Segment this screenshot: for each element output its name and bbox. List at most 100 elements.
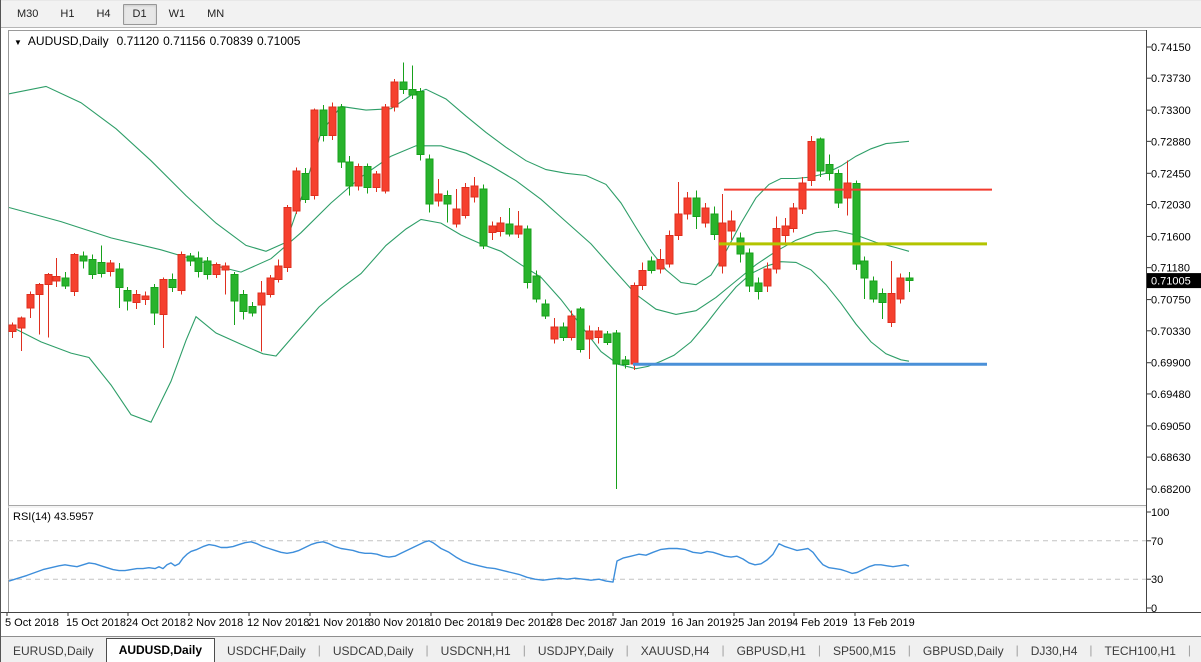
chart-tab-usdjpy-daily[interactable]: USDJPY,Daily <box>526 640 626 662</box>
rsi-scale-label: 0 <box>1151 603 1157 615</box>
candle-body <box>568 316 575 338</box>
chart-tab-usdcnh-h1[interactable]: USDCNH,H1 <box>429 640 523 662</box>
candle-body <box>462 187 469 215</box>
candle-body <box>497 223 504 231</box>
chart-tab-gbpusd-daily[interactable]: GBPUSD,Daily <box>911 640 1016 662</box>
price-label: 0.69050 <box>1151 421 1191 433</box>
candle-body <box>728 221 735 231</box>
candle-body <box>790 208 797 228</box>
rsi-label: RSI(14) 43.5957 <box>13 511 94 523</box>
candle-body <box>853 184 860 264</box>
candle-body <box>675 214 682 236</box>
ohlc-close: 0.71005 <box>257 34 301 48</box>
candle-body <box>870 281 877 299</box>
candle-body <box>622 360 629 365</box>
current-price-value: 0.71005 <box>1151 276 1191 288</box>
chart-tab-tech100-h1[interactable]: TECH100,H1 <box>1093 640 1188 662</box>
date-label: 7 Jan 2019 <box>611 617 665 629</box>
candle-body <box>560 327 567 337</box>
date-label: 25 Jan 2019 <box>732 617 793 629</box>
timeframe-button-h1[interactable]: H1 <box>50 4 84 25</box>
candle-body <box>480 189 487 246</box>
candle-body <box>302 173 309 199</box>
candle-body <box>80 256 87 261</box>
rsi-scale-label: 100 <box>1151 507 1169 519</box>
timeframe-button-w1[interactable]: W1 <box>159 4 196 25</box>
candle-body <box>613 333 620 364</box>
chart-tab-xauusd-h4[interactable]: XAUUSD,H4 <box>629 640 722 662</box>
chart-tab-audusd-daily[interactable]: AUDUSD,Daily <box>106 638 215 662</box>
candle-body <box>400 82 407 89</box>
price-label: 0.69900 <box>1151 358 1191 370</box>
timeframe-button-m30[interactable]: M30 <box>7 4 48 25</box>
symbol-dropdown-icon[interactable]: ▼ <box>14 38 22 47</box>
price-label: 0.70750 <box>1151 295 1191 307</box>
chart-tab-gbpusd-h1[interactable]: GBPUSD,H1 <box>725 640 818 662</box>
candle-body <box>657 260 664 270</box>
candle-body <box>453 209 460 224</box>
candle-body <box>71 254 78 291</box>
candle-body <box>639 271 646 286</box>
chart-tab-sp500-m15[interactable]: SP500,M15 <box>821 640 908 662</box>
candle-body <box>195 258 202 271</box>
date-label: 13 Feb 2019 <box>853 617 915 629</box>
timeframe-button-d1[interactable]: D1 <box>123 4 157 25</box>
candle-body <box>782 226 789 236</box>
candle-body <box>737 238 744 254</box>
candle-body <box>231 274 238 301</box>
candle-body <box>648 261 655 271</box>
candle-body <box>222 266 229 270</box>
timeframe-button-mn[interactable]: MN <box>197 4 234 25</box>
price-label: 0.72450 <box>1151 168 1191 180</box>
date-label: 12 Nov 2018 <box>247 617 309 629</box>
candle-body <box>284 208 291 268</box>
price-label: 0.70330 <box>1151 326 1191 338</box>
candle-body <box>489 226 496 233</box>
timeframe-button-h4[interactable]: H4 <box>86 4 120 25</box>
candle-body <box>169 280 176 288</box>
candle-body <box>426 159 433 204</box>
candle-body <box>107 263 114 271</box>
chart-area[interactable]: 0.741500.737300.733000.728800.724500.720… <box>1 28 1201 636</box>
date-label: 5 Oct 2018 <box>5 617 59 629</box>
candle-body <box>89 260 96 275</box>
candle-body <box>604 334 611 343</box>
chart-tab-eurusd-daily[interactable]: EURUSD,Daily <box>1 640 106 662</box>
price-label: 0.71180 <box>1151 263 1190 275</box>
date-label: 21 Nov 2018 <box>308 617 370 629</box>
candle-body <box>586 331 593 339</box>
candle-body <box>116 269 123 288</box>
candle-body <box>861 261 868 278</box>
candle-body <box>151 288 158 313</box>
candle-body <box>542 304 549 316</box>
timeframe-toolbar: M30H1H4D1W1MN <box>1 0 1201 28</box>
chart-tab-usdcad-daily[interactable]: USDCAD,Daily <box>321 640 426 662</box>
trading-platform-window: M30H1H4D1W1MN 0.741500.737300.733000.728… <box>0 0 1201 662</box>
candle-body <box>311 110 318 195</box>
date-label: 28 Dec 2018 <box>550 617 612 629</box>
date-label: 30 Nov 2018 <box>368 617 430 629</box>
chart-tab-dj30-h4[interactable]: DJ30,H4 <box>1019 640 1090 662</box>
price-label: 0.73730 <box>1151 73 1191 85</box>
date-label: 10 Dec 2018 <box>429 617 491 629</box>
candle-body <box>817 139 824 171</box>
candle-body <box>124 291 131 301</box>
candle-body <box>36 285 43 295</box>
candle-body <box>551 327 558 339</box>
candle-body <box>666 236 673 264</box>
candle-body <box>53 277 60 282</box>
candle-body <box>684 198 691 214</box>
candle-body <box>471 186 478 197</box>
chart-title: ▼AUDUSD,Daily0.711200.711560.708390.7100… <box>14 34 301 48</box>
candle-body <box>711 214 718 234</box>
candle-body <box>835 173 842 203</box>
candle-body <box>240 294 247 311</box>
candle-body <box>773 228 780 269</box>
price-label: 0.72880 <box>1151 136 1191 148</box>
candle-body <box>702 208 709 223</box>
chart-tab-ui[interactable]: UI <box>1191 640 1201 662</box>
chart-tab-usdchf-daily[interactable]: USDCHF,Daily <box>215 640 318 662</box>
candle-body <box>178 254 185 290</box>
candle-body <box>364 167 371 188</box>
candle-body <box>9 325 16 332</box>
